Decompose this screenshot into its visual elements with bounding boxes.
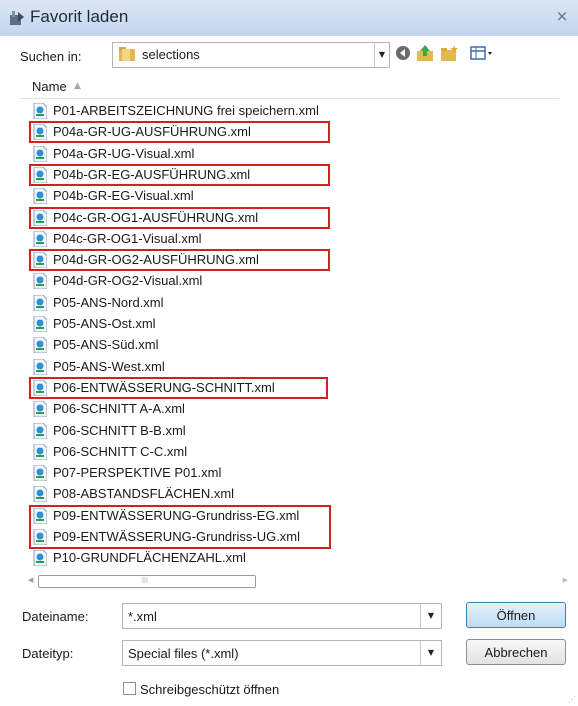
filetype-value: Special files (*.xml): [128, 646, 239, 661]
file-name: P05-ANS-Süd.xml: [53, 337, 159, 353]
open-button[interactable]: Öffnen: [466, 602, 566, 628]
open-favorite-dialog: Favorit laden × Suchen in: selections ▼ …: [0, 0, 578, 706]
file-name: P04a-GR-UG-Visual.xml: [53, 145, 195, 161]
xml-file-icon: [33, 550, 47, 567]
xml-file-icon: [33, 486, 47, 503]
filename-value: *.xml: [128, 609, 157, 624]
xml-file-icon: [33, 230, 47, 247]
xml-file-icon: [33, 529, 47, 545]
readonly-label: Schreibgeschützt öffnen: [140, 682, 280, 697]
filetype-combobox[interactable]: Special files (*.xml) ▼: [122, 640, 442, 666]
horizontal-scrollbar[interactable]: ◀ ||| ▶: [28, 574, 568, 588]
readonly-checkbox[interactable]: [123, 682, 136, 695]
look-in-value: selections: [142, 47, 200, 62]
xml-file-icon: [33, 145, 47, 162]
scrollbar-grip-icon: |||: [142, 577, 149, 584]
file-name: P04c-GR-OG1-Visual.xml: [53, 230, 202, 246]
file-name: P06-SCHNITT B-B.xml: [53, 422, 186, 438]
back-icon[interactable]: [394, 44, 412, 62]
scroll-left-icon[interactable]: ◀: [28, 576, 33, 584]
sort-ascending-icon: ▲: [74, 81, 81, 91]
up-folder-icon[interactable]: [416, 44, 434, 62]
xml-file-icon: [33, 252, 47, 269]
xml-file-icon: [33, 166, 47, 183]
file-name: P05-ANS-West.xml: [53, 358, 165, 374]
chevron-down-icon[interactable]: ▼: [420, 604, 441, 628]
filetype-label: Dateityp:: [22, 646, 74, 661]
file-name: P04c-GR-OG1-AUSFÜHRUNG.xml: [53, 209, 259, 225]
file-name: P09-ENTWÄSSERUNG-Grundriss-UG.xml: [53, 529, 301, 544]
column-header-name[interactable]: Name ▲: [19, 74, 559, 99]
filename-label: Dateiname:: [22, 609, 89, 624]
folder-icon: [119, 47, 135, 61]
look-in-label: Suchen in:: [20, 49, 82, 64]
file-name: P01-ARBEITSZEICHNUNG frei speichern.xml: [53, 103, 319, 118]
file-name: P05-ANS-Nord.xml: [53, 294, 164, 310]
xml-file-icon: [33, 124, 47, 141]
scroll-right-icon[interactable]: ▶: [563, 576, 568, 584]
xml-file-icon: [33, 422, 47, 439]
file-name: P05-ANS-Ost.xml: [53, 316, 156, 331]
filename-combobox[interactable]: *.xml ▼: [122, 603, 442, 629]
xml-file-icon: [33, 443, 47, 460]
title-bar: Favorit laden ×: [0, 0, 578, 36]
file-name: P04b-GR-EG-Visual.xml: [53, 188, 194, 204]
file-name: P06-ENTWÄSSERUNG-SCHNITT.xml: [53, 379, 275, 395]
xml-file-icon: [33, 401, 47, 418]
resize-grip-icon[interactable]: ⋰: [568, 695, 576, 704]
xml-file-icon: [33, 103, 47, 119]
file-list: Name ▲ P01-ARBEITSZEICHNUNG frei speiche…: [19, 74, 575, 594]
file-name: P04d-GR-OG2-Visual.xml: [53, 273, 203, 289]
xml-file-icon: [33, 358, 47, 375]
file-name: P07-PERSPEKTIVE P01.xml: [53, 465, 222, 481]
xml-file-icon: [33, 379, 47, 396]
file-name: P04d-GR-OG2-AUSFÜHRUNG.xml: [53, 252, 259, 268]
xml-file-icon: [33, 273, 47, 290]
chevron-down-icon[interactable]: ▼: [420, 641, 441, 665]
file-name: P06-SCHNITT C-C.xml: [53, 443, 188, 459]
file-name: P10-GRUNDFLÄCHENZAHL.xml: [53, 550, 246, 566]
new-folder-icon[interactable]: [440, 44, 458, 62]
file-name: P04b-GR-EG-AUSFÜHRUNG.xml: [53, 166, 251, 182]
column-header-label: Name: [32, 79, 67, 94]
cancel-button[interactable]: Abbrechen: [466, 639, 566, 665]
dialog-title: Favorit laden: [30, 7, 129, 26]
xml-file-icon: [33, 188, 47, 205]
xml-file-icon: [33, 316, 47, 332]
view-menu-icon[interactable]: [470, 44, 494, 62]
close-button[interactable]: ×: [554, 8, 570, 24]
file-name: P06-SCHNITT A-A.xml: [53, 401, 185, 417]
app-icon: [10, 11, 24, 25]
xml-file-icon: [33, 294, 47, 311]
xml-file-icon: [33, 209, 47, 226]
xml-file-icon: [33, 465, 47, 482]
xml-file-icon: [33, 337, 47, 354]
chevron-down-icon[interactable]: ▼: [374, 43, 389, 67]
xml-file-icon: [33, 507, 47, 524]
file-name: P04a-GR-UG-AUSFÜHRUNG.xml: [53, 124, 251, 140]
look-in-combobox[interactable]: selections ▼: [112, 42, 390, 68]
file-name: P08-ABSTANDSFLÄCHEN.xml: [53, 486, 235, 502]
file-name: P09-ENTWÄSSERUNG-Grundriss-EG.xml: [53, 507, 300, 523]
